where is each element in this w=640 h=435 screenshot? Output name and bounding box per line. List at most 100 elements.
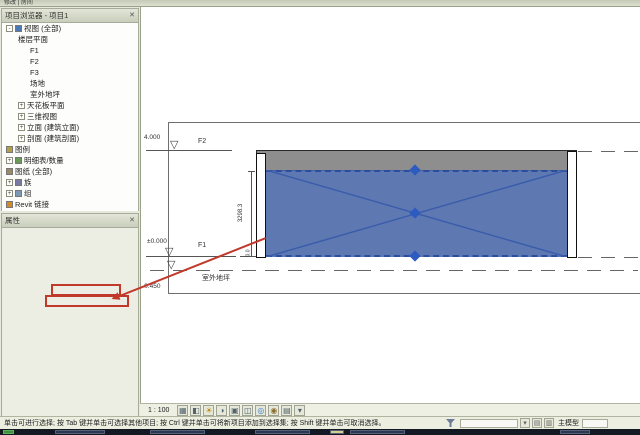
tree-item-groups[interactable]: +组 [2,188,138,199]
tree-item-ceiling-plans[interactable]: +天花板平面 [2,100,138,111]
editable-only-toggle[interactable]: ▾ [520,418,530,428]
project-browser-panel: 项目浏览器 - 项目1 ✕ -视图 (全部)楼层平面F1F2F3场地室外地坪+天… [1,8,139,211]
dimension-value[interactable]: 3298.3 [238,204,244,222]
shadows-icon[interactable]: ◑ [216,405,227,416]
taskbar-start[interactable] [3,430,14,434]
tree-item-icon [15,25,22,32]
tree-item-label: 室外地坪 [30,89,60,100]
detail-level-icon[interactable]: ▦ [177,405,188,416]
taskbar-item[interactable] [255,430,310,434]
expand-icon[interactable]: + [18,102,25,109]
tree-item-label: F1 [30,45,39,56]
tree-item-label: 组 [24,188,32,199]
tree-item-label: Revit 链接 [15,199,49,210]
design-option-field[interactable] [582,419,608,428]
tree-item-icon [6,146,13,153]
level-elevation[interactable]: ±0.000 [147,238,167,245]
tree-item-floor-plan-f3[interactable]: F3 [2,67,138,78]
select-links-toggle[interactable]: ▤ [532,418,542,428]
taskbar-item[interactable] [150,430,205,434]
dimension-offset-value[interactable]: 0.0 [245,250,251,257]
visual-style-icon[interactable]: ◧ [190,405,201,416]
filter-icon[interactable] [446,418,456,428]
tree-item-schedules[interactable]: + 明细表/数量 [2,155,138,166]
view-control-bar: 1 : 100 ▦◧☀◑▣◫◎◉▤▾ [140,403,640,416]
tree-item-label: 天花板平面 [27,100,65,111]
level-line[interactable] [578,257,638,258]
taskbar-item[interactable] [560,430,590,434]
expand-icon[interactable]: + [6,157,13,164]
project-browser-header[interactable]: 项目浏览器 - 项目1 ✕ [2,9,138,23]
expand-icon[interactable]: + [6,179,13,186]
view-scale-button[interactable]: 1 : 100 [148,407,169,414]
tree-item-label: F3 [30,67,39,78]
tree-item-label: 图纸 (全部) [15,166,52,177]
tree-item-sections[interactable]: +剖面 (建筑剖面) [2,133,138,144]
tree-item-icon [15,190,22,197]
tree-item-label: 场地 [30,78,45,89]
level-name[interactable]: F2 [198,138,206,145]
crop-view-icon[interactable]: ▣ [229,405,240,416]
level-name[interactable]: 室外地坪 [202,273,230,283]
tree-item-label: F2 [30,56,39,67]
tree-item-label: 图例 [15,144,30,155]
show-crop-region-icon[interactable]: ◫ [242,405,253,416]
analytical-model-icon[interactable]: ▤ [281,405,292,416]
tree-item-label: 立面 (建筑立面) [27,122,79,133]
close-icon[interactable]: ✕ [129,9,135,22]
design-option-value[interactable]: 主模型 [558,418,579,428]
taskbar-item[interactable] [350,430,405,434]
reveal-hidden-elements-icon[interactable]: ◉ [268,405,279,416]
level-line[interactable] [150,270,638,271]
tree-item-label: 明细表/数量 [24,155,64,166]
windows-taskbar [0,429,640,435]
expand-icon[interactable]: + [6,190,13,197]
tree-item-elevations[interactable]: +立面 (建筑立面) [2,122,138,133]
tree-item-legends[interactable]: 图例 [2,144,138,155]
tree-item-icon [15,157,22,164]
tree-item-floor-plans[interactable]: 楼层平面 [2,34,138,45]
select-pinned-toggle[interactable]: ▥ [544,418,554,428]
tree-item-icon [15,179,22,186]
tree-item-sheets-all[interactable]: 图纸 (全部) [2,166,138,177]
status-bar: 单击可进行选择; 按 Tab 键并单击可选择其他项目; 按 Ctrl 键并单击可… [0,416,640,429]
tree-item-label: 剖面 (建筑剖面) [27,133,79,144]
tree-item-floor-plan-outdoor-ground[interactable]: 室外地坪 [2,89,138,100]
tree-item-label: 视图 (全部) [24,23,61,34]
worksets-field[interactable] [460,419,518,428]
level-head-icon[interactable]: ▽ [170,140,178,150]
tree-item-floor-plan-f2[interactable]: F2 [2,56,138,67]
tree-item-revit-links[interactable]: Revit 链接 [2,199,138,210]
ribbon-tab-label: 修改 | 房间 [4,0,33,6]
expand-icon[interactable]: + [18,124,25,131]
level-head-icon[interactable]: ▽ [167,260,175,270]
dimension-tick [248,171,255,172]
expand-icon[interactable]: + [18,113,25,120]
level-line[interactable] [146,150,232,151]
tree-item-3d-views[interactable]: +三维视图 [2,111,138,122]
close-icon[interactable]: ✕ [129,214,135,227]
collapse-icon[interactable]: - [6,25,13,32]
wall-right[interactable] [567,151,577,258]
level-name[interactable]: F1 [198,242,206,249]
temporary-hide-isolate-icon[interactable]: ◎ [255,405,266,416]
tree-item-floor-plan-f1[interactable]: F1 [2,45,138,56]
tree-item-icon [6,201,13,208]
taskbar-item[interactable] [55,430,105,434]
properties-title: 属性 [5,214,20,227]
ribbon-tab-strip[interactable]: 修改 | 房间 [0,0,640,7]
status-hint: 单击可进行选择; 按 Tab 键并单击可选择其他项目; 按 Ctrl 键并单击可… [4,418,442,428]
tree-item-views-all[interactable]: - 视图 (全部) [2,23,138,34]
properties-header[interactable]: 属性 ✕ [2,214,138,228]
tree-item-label: 三维视图 [27,111,57,122]
level-elevation[interactable]: 4.000 [144,134,160,141]
level-line[interactable] [578,151,638,152]
revit-window: 修改 | 房间 项目浏览器 - 项目1 ✕ -视图 (全部)楼层平面F1F2F3… [0,0,640,435]
more-icon[interactable]: ▾ [294,405,305,416]
sun-path-icon[interactable]: ☀ [203,405,214,416]
tree-item-families[interactable]: +族 [2,177,138,188]
taskbar-item[interactable] [330,430,344,434]
tree-item-floor-plan-site[interactable]: 场地 [2,78,138,89]
expand-icon[interactable]: + [18,135,25,142]
project-browser-tree: -视图 (全部)楼层平面F1F2F3场地室外地坪+天花板平面+三维视图+立面 (… [2,23,138,211]
